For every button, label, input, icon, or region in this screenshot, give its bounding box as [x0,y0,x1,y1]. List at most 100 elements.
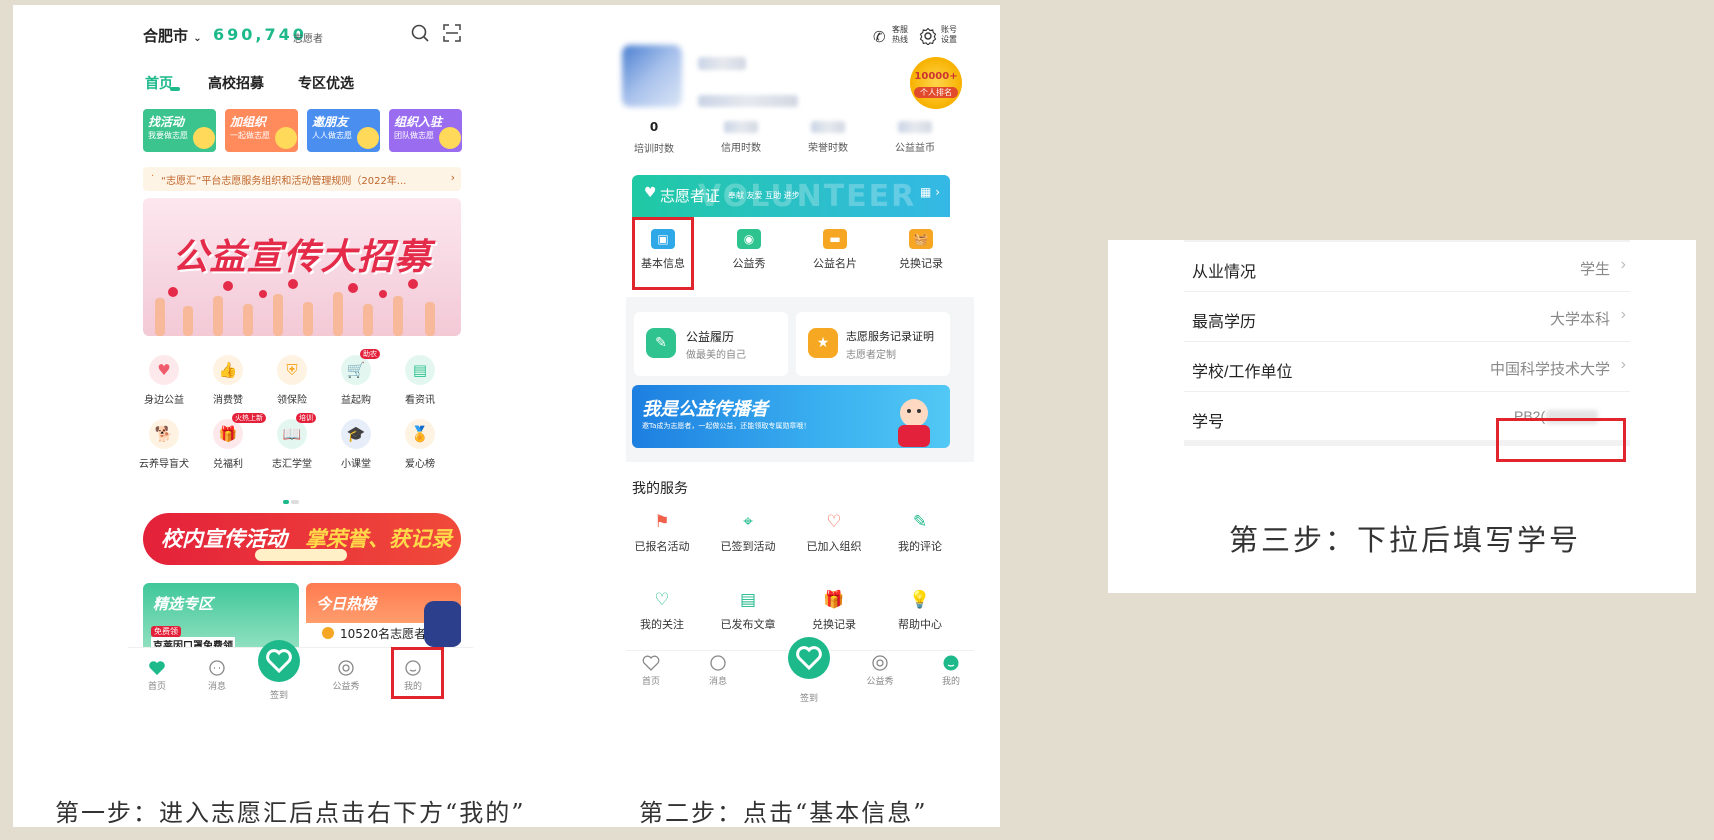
grid-item-1[interactable]: 👍 消费赞 [200,355,256,407]
employment-value: 学生 [1579,261,1610,278]
heart-icon: ♡ [826,512,842,532]
hotline-button[interactable]: ✆ 客服 热线 [873,25,913,51]
quick-card-3[interactable]: 组织入驻 团队做志愿 [389,109,462,152]
tab-bar-home-label: 首页 [147,682,166,692]
grid-item-label: 消费赞 [213,395,243,406]
notice-bar[interactable]: · “志愿汇”平台志愿服务组织和活动管理规则（2022年... › [143,167,461,191]
tab-campus-recruit[interactable]: 高校招募 [208,73,264,93]
stat-1[interactable]: 信用时数 [711,120,771,160]
featured-card[interactable]: 精选专区 免费领 克莱因口罩免费领 [143,583,299,647]
step3-caption: 第三步：下拉后填写学号 [1229,523,1582,557]
menu-item-2[interactable]: ▬ 公益名片 [806,229,864,279]
service-item-0[interactable]: ⚑ 已报名活动 [626,510,698,560]
service-item-label: 已签到活动 [720,540,776,553]
tab-bar-home[interactable]: 首页 [142,660,172,692]
city-selector[interactable]: 合肥市 ⌄ [143,25,202,46]
tab-featured[interactable]: 专区优选 [298,73,354,93]
volunteer-certificate[interactable]: VOLUNTEER ♥ 志愿者证 奉献 友爱 互助 进步 ▦ › [632,175,950,217]
service-item-4[interactable]: ♡ 我的关注 [626,588,698,638]
service-item-7[interactable]: 💡 帮助中心 [884,588,956,638]
grid-item-3[interactable]: 🎓 小课堂 [328,419,384,471]
quick-card-0[interactable]: 找活动 我要做志愿 [143,109,216,152]
resume-card[interactable]: ✎ 公益履历 做最美的自己 [634,312,788,376]
hot-dot-icon [322,627,334,639]
campaign-join-button[interactable] [255,549,347,561]
scan-icon[interactable] [442,23,462,43]
grid-badge: 助农 [360,349,380,359]
tab-bar-mine[interactable]: 我的 [398,660,428,692]
banner-title: 公益宣传大招募 [172,237,432,278]
bottom-tabbar-2: 首页 消息 签到 公益秀 我的 [626,637,974,714]
quick-card-1[interactable]: 加组织 一起做志愿 [225,109,298,152]
check-in-label: 签到 [269,691,288,701]
student-id-row: 学号 PB2( [1184,392,1630,446]
grid-item-2[interactable]: 📖 培训 志汇学堂 [264,413,320,471]
stat-value-blurred [898,121,932,133]
chevron-down-icon: ⌄ [193,33,202,44]
bottom-tabbar: 首页 消息 签到 公益秀 我的 [128,640,473,711]
service-item-label: 已报名活动 [634,540,690,553]
promo-sub: 邀Ta成为志愿者，一起做公益，还能领取专属勋章哦！ [642,422,811,430]
check-in-button[interactable] [258,640,300,682]
service-item-label: 兑换记录 [812,618,856,631]
menu-item-0[interactable]: ▣ 基本信息 [634,229,692,279]
quick-card-sub: 一起做志愿 [230,131,270,140]
service-item-1[interactable]: ⌖ 已签到活动 [712,510,784,560]
share-promo-banner[interactable]: 我是公益传播者 邀Ta成为志愿者，一起做公益，还能领取专属勋章哦！ [632,385,950,448]
stat-3[interactable]: 公益益币 [885,120,945,160]
tab-bar-showcase[interactable]: 公益秀 [330,660,362,692]
grid-item-2[interactable]: ⛨ 领保险 [264,355,320,407]
float-badge-icon[interactable] [424,601,461,647]
ribbon-icon: ★ [808,328,838,358]
medal-icon: 🏅 [405,419,435,449]
grid-item-0[interactable]: 🐕 云养导盲犬 [136,419,192,471]
education-row[interactable]: 最高学历 大学本科 › [1184,292,1630,342]
gift-box-icon: 🎁 [823,590,845,610]
menu-item-1[interactable]: ◉ 公益秀 [720,229,778,279]
menu-item-label: 公益名片 [813,257,857,270]
employment-label: 从业情况 [1192,264,1257,281]
grid-item-4[interactable]: ▤ 看资讯 [392,355,448,407]
hot-list-card[interactable]: 今日热榜 10520名志愿者已申请 [306,583,461,647]
phone-icon: ✆ [873,28,886,46]
grid-item-0[interactable]: ♥ 身边公益 [136,355,192,407]
school-value: 中国科学技术大学 [1489,361,1610,378]
account-settings-button[interactable]: 账号 设置 [919,25,963,51]
stat-value-blurred [724,121,758,133]
step2-caption: 第二步：点击“基本信息” [639,799,928,827]
mascot-icon [439,127,461,149]
service-item-3[interactable]: ✎ 我的评论 [884,510,956,560]
check-in-button-2[interactable] [788,637,830,679]
service-item-2[interactable]: ♡ 已加入组织 [798,510,870,560]
gear-icon [919,27,937,45]
tab-home[interactable]: 首页 [145,73,173,93]
document-icon: ▤ [739,590,757,610]
service-item-6[interactable]: 🎁 兑换记录 [798,588,870,638]
grid-item-3[interactable]: 🛒 助农 益起购 [328,349,384,407]
quick-card-2[interactable]: 邀朋友 人人做志愿 [307,109,380,152]
tab-bar-messages-2[interactable]: 消息 [703,655,733,687]
record-certificate-card[interactable]: ★ 志愿服务记录证明 志愿者定制 [796,312,950,376]
grid-item-1[interactable]: 🎁 火热上新 兑福利 [200,413,266,471]
promo-banner[interactable]: 公益宣传大招募 [143,198,461,336]
campaign-banner[interactable]: 校内宣传活动 掌荣誉、获记录 [143,513,461,565]
rank-badge[interactable]: 10000+ 个人排名 [910,57,962,109]
tab-bar-messages[interactable]: 消息 [202,660,232,692]
avatar[interactable] [622,45,682,107]
service-item-5[interactable]: ▤ 已发布文章 [712,588,784,638]
username-blurred [698,57,746,70]
tab-bar-home-2[interactable]: 首页 [636,655,666,687]
menu-item-3[interactable]: 🧺 兑换记录 [892,229,950,279]
employment-row[interactable]: 从业情况 学生 › [1184,242,1630,292]
tab-bar-mine-2[interactable]: 我的 [936,655,966,687]
tab-active-indicator [170,87,180,91]
grid-item-label: 小课堂 [341,459,371,470]
grid-item-4[interactable]: 🏅 爱心榜 [392,419,448,471]
stat-2[interactable]: 荣誉时数 [798,120,858,160]
search-icon[interactable] [410,23,430,43]
student-id-input[interactable]: PB2( [1514,408,1545,424]
stat-0[interactable]: 0 培训时数 [624,120,684,160]
tab-bar-showcase-2[interactable]: 公益秀 [864,655,896,687]
service-item-label: 我的评论 [898,540,942,553]
school-row[interactable]: 学校/工作单位 中国科学技术大学 › [1184,342,1630,392]
